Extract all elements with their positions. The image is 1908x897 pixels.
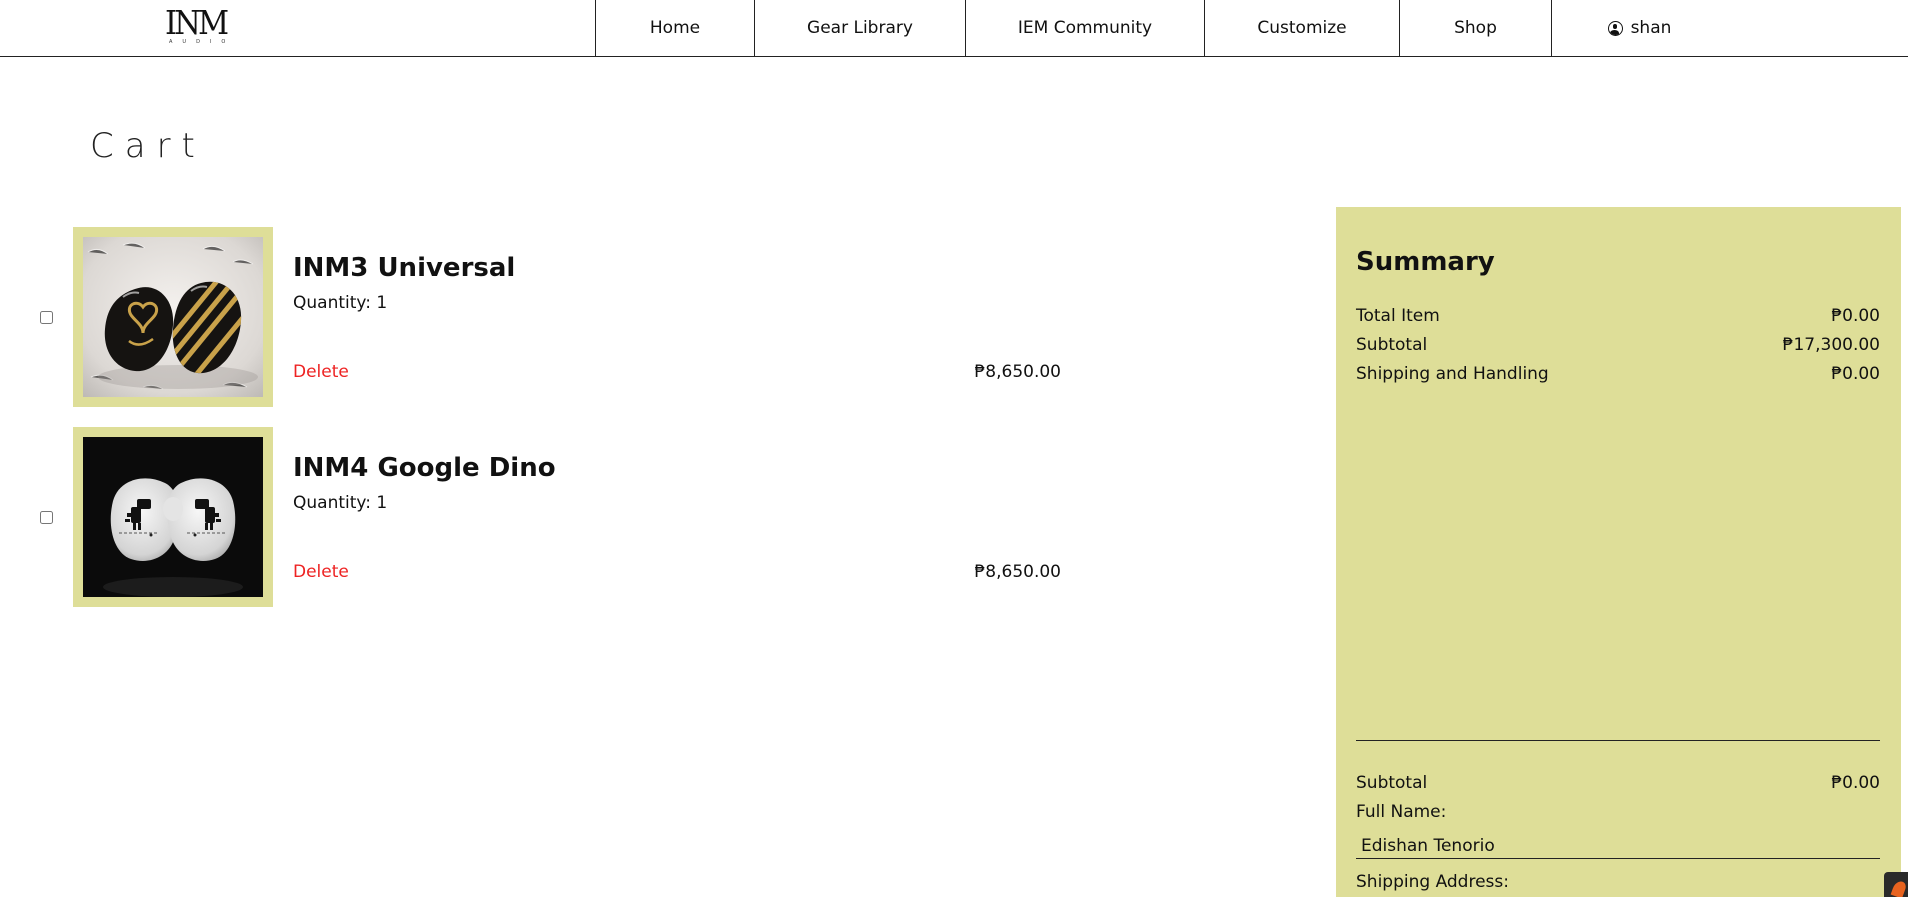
product-quantity: Quantity: 1 [293,293,388,313]
summary-title: Summary [1356,247,1495,277]
cart-item-checkbox[interactable] [40,311,53,324]
user-circle-icon [1607,20,1623,36]
shipping-address-label: Shipping Address: [1356,872,1509,892]
summary-divider [1356,740,1880,741]
nav-home-label: Home [649,18,701,38]
product-price: ₱8,650.00 [974,362,1061,382]
main-nav: Home Gear Library IEM Community Customiz… [595,0,1727,56]
cart-item: INM3 Universal Quantity: 1 Delete ₱8,650… [0,227,1100,407]
cart-item: INM4 Google Dino Quantity: 1 Delete ₱8,6… [0,427,1100,607]
product-image[interactable] [83,237,263,397]
user-name: shan [1630,18,1672,38]
product-image[interactable] [83,437,263,597]
nav-shop-label: Shop [1454,18,1497,38]
nav-iem-community-label: IEM Community [1017,18,1153,38]
delete-item-link[interactable]: Delete [293,562,349,582]
nav-iem-community[interactable]: IEM Community [965,0,1204,56]
nav-gear-library[interactable]: Gear Library [754,0,965,56]
page-title: Cart [90,126,206,166]
navbar: INM AUDIO Home Gear Library IEM Communit… [0,0,1908,57]
summary-row-label: Total Item [1356,306,1440,326]
black-gold-iem-photo [83,237,263,397]
summary-row-label: Subtotal [1356,335,1428,355]
product-image-frame [73,227,273,407]
cart-item-checkbox[interactable] [40,511,53,524]
nav-customize-label: Customize [1257,18,1347,38]
product-image-frame [73,427,273,607]
order-summary-panel: Summary Total Item ₱0.00 Subtotal ₱17,30… [1336,207,1901,897]
full-name-field[interactable] [1356,829,1880,859]
product-name: INM4 Google Dino [293,453,556,483]
product-quantity: Quantity: 1 [293,493,388,513]
full-name-label: Full Name: [1356,802,1447,822]
logo-subtext: AUDIO [169,39,236,45]
summary-row-value: ₱0.00 [1831,773,1880,793]
nav-user-account[interactable]: shan [1551,0,1727,56]
white-dino-iem-photo [83,437,263,597]
delete-item-link[interactable]: Delete [293,362,349,382]
product-price: ₱8,650.00 [974,562,1061,582]
summary-row-label: Shipping and Handling [1356,364,1549,384]
summary-row-value: ₱17,300.00 [1782,335,1880,355]
summary-row-label: Subtotal [1356,773,1428,793]
nav-shop[interactable]: Shop [1399,0,1551,56]
nav-gear-library-label: Gear Library [807,18,913,38]
logo-text: INM [165,3,229,42]
summary-row-value: ₱0.00 [1831,306,1880,326]
nav-home[interactable]: Home [595,0,754,56]
product-name: INM3 Universal [293,253,516,283]
flame-icon[interactable] [1884,872,1908,897]
brand-logo[interactable]: INM AUDIO [165,6,237,46]
nav-customize[interactable]: Customize [1204,0,1399,56]
summary-row-value: ₱0.00 [1831,364,1880,384]
